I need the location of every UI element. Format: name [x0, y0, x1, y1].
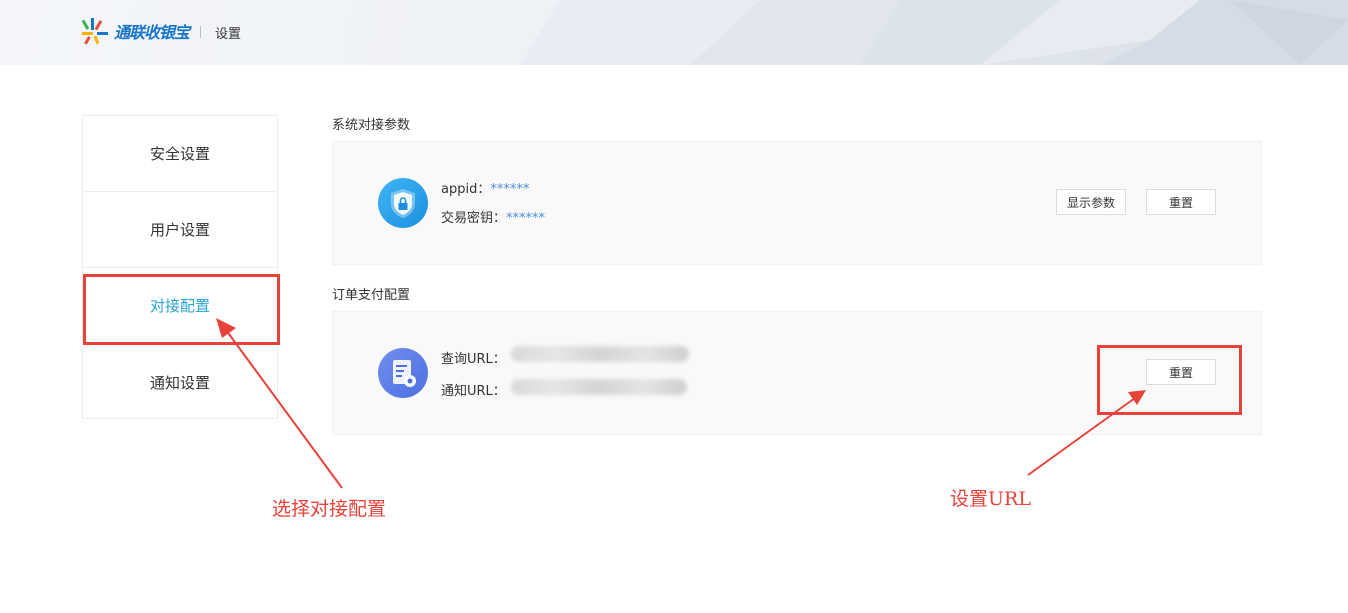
settings-sidebar: 安全设置 用户设置 对接配置 通知设置 [82, 115, 278, 419]
appid-label: appid： [441, 182, 491, 197]
shield-lock-icon [378, 178, 428, 228]
top-header: 通联收银宝 设置 [0, 0, 1348, 65]
sidebar-item-notifications[interactable]: 通知设置 [83, 344, 277, 420]
document-gear-icon [378, 348, 428, 398]
system-params-panel: appid：****** 交易密钥：****** 显示参数 重置 [332, 141, 1262, 265]
query-url-label: 查询URL： [441, 352, 506, 367]
sidebar-item-users[interactable]: 用户设置 [83, 192, 277, 268]
header-background [520, 0, 1348, 65]
notify-url-label: 通知URL： [441, 384, 506, 399]
annotation-set-url: 设置URL [950, 488, 1031, 510]
sidebar-item-security[interactable]: 安全设置 [83, 116, 277, 192]
header-divider [200, 26, 201, 38]
trade-key-field: 交易密钥：****** [441, 207, 545, 226]
query-url-value-redacted [511, 346, 689, 362]
logo-icon [81, 18, 108, 45]
trade-key-value: ****** [506, 211, 546, 226]
notify-url-value-redacted [511, 379, 687, 395]
reset-params-button[interactable]: 重置 [1146, 189, 1216, 215]
order-pay-title: 订单支付配置 [332, 288, 411, 303]
appid-value: ****** [490, 182, 530, 197]
system-params-title: 系统对接参数 [332, 118, 411, 133]
logo-text: 通联收银宝 [114, 23, 190, 42]
show-params-button[interactable]: 显示参数 [1056, 189, 1126, 215]
appid-field: appid：****** [441, 178, 529, 197]
brand-logo[interactable]: 通联收银宝 [81, 16, 190, 46]
highlight-box-reset-url [1097, 345, 1242, 415]
page-title: 设置 [215, 27, 242, 42]
trade-key-label: 交易密钥： [441, 211, 507, 226]
annotation-select-integration: 选择对接配置 [272, 498, 387, 520]
highlight-box-integration [83, 274, 280, 345]
